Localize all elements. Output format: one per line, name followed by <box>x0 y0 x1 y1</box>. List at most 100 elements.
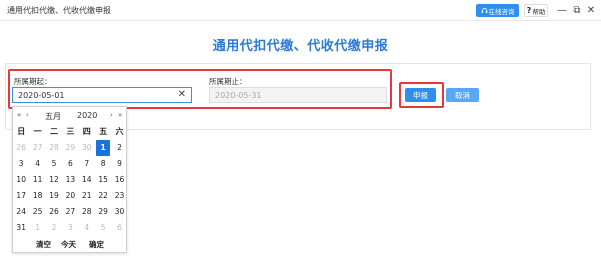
next-year-button[interactable]: » <box>118 111 122 119</box>
calendar-day[interactable]: 5 <box>95 220 111 236</box>
calendar-day[interactable]: 10 <box>13 172 29 188</box>
calendar-day[interactable]: 28 <box>79 204 95 220</box>
calendar-day[interactable]: 4 <box>79 220 95 236</box>
calendar-day[interactable]: 11 <box>29 172 45 188</box>
calendar-day-number: 15 <box>98 175 108 184</box>
calendar-day-number: 1 <box>96 140 111 156</box>
calendar-day[interactable]: 30 <box>79 140 95 156</box>
calendar-day-number: 9 <box>117 159 122 168</box>
calendar-day-number: 31 <box>16 223 26 232</box>
calendar-day-number: 14 <box>81 175 92 184</box>
calendar-day[interactable]: 7 <box>79 156 95 172</box>
calendar-day-number: 5 <box>100 223 106 232</box>
start-date-label: 所属期起： <box>14 77 52 86</box>
weekday-label: 一 <box>33 127 42 136</box>
calendar-day[interactable]: 29 <box>95 204 111 220</box>
calendar-month[interactable]: 五月 <box>45 111 61 122</box>
calendar-day-number: 6 <box>117 223 122 232</box>
weekday-label: 二 <box>49 127 58 136</box>
help-button[interactable]: ? 帮助 <box>524 4 548 17</box>
calendar-day[interactable]: 24 <box>13 204 29 220</box>
calendar-day[interactable]: 13 <box>62 172 78 188</box>
calendar-day[interactable]: 28 <box>46 140 62 156</box>
restore-button[interactable]: ⧉ <box>571 4 583 16</box>
calendar-day[interactable]: 8 <box>95 156 111 172</box>
weekday-label: 三 <box>66 127 75 136</box>
calendar-day[interactable]: 9 <box>111 156 127 172</box>
calendar-day[interactable]: 25 <box>29 204 45 220</box>
start-date-value: 2020-05-01 <box>18 90 65 100</box>
calendar-day-number: 2 <box>51 223 57 232</box>
help-label: 帮助 <box>532 7 546 16</box>
calendar-day-number: 6 <box>67 159 73 168</box>
calendar-weekdays: 日 一 二 三 四 五 六 <box>13 126 128 140</box>
calendar-day-number: 28 <box>49 143 59 152</box>
window-title: 通用代扣代缴、代收代缴申报 <box>7 6 111 15</box>
calendar-day[interactable]: 3 <box>13 156 29 172</box>
calendar-day[interactable]: 27 <box>62 204 78 220</box>
calendar-day-number: 19 <box>49 191 59 200</box>
prev-year-button[interactable]: « <box>17 111 21 119</box>
calendar-day[interactable]: 31 <box>13 220 29 236</box>
calendar-day[interactable]: 22 <box>95 188 111 204</box>
next-month-button[interactable]: › <box>110 111 113 119</box>
calendar-day[interactable]: 15 <box>95 172 111 188</box>
calendar-day-number: 11 <box>32 175 43 184</box>
calendar-day[interactable]: 17 <box>13 188 29 204</box>
calendar-day[interactable]: 20 <box>62 188 78 204</box>
calendar-day-number: 26 <box>16 143 26 152</box>
calendar-day-number: 2 <box>117 143 122 152</box>
calendar-day[interactable]: 1 <box>29 220 45 236</box>
weekday-label: 四 <box>82 127 91 136</box>
calendar-day[interactable]: 14 <box>79 172 95 188</box>
calendar-day[interactable]: 6 <box>111 220 127 236</box>
clear-button[interactable]: 清空 <box>36 239 51 250</box>
page-title: 通用代扣代缴、代收代缴申报 <box>212 39 389 54</box>
calendar-day[interactable]: 23 <box>111 188 127 204</box>
calendar-day-selected[interactable]: 1 <box>95 140 111 156</box>
minimize-button[interactable]: — <box>556 4 568 16</box>
headset-icon <box>481 7 487 13</box>
calendar-day[interactable]: 2 <box>111 140 127 156</box>
calendar-week-row: 3 4 5 6 7 8 9 <box>13 156 128 172</box>
clear-icon[interactable]: ✕ <box>178 89 186 100</box>
calendar-day[interactable]: 29 <box>62 140 78 156</box>
calendar-day[interactable]: 12 <box>46 172 62 188</box>
submit-button[interactable]: 申报 <box>405 88 436 102</box>
calendar-day[interactable]: 27 <box>29 140 45 156</box>
calendar-day-number: 22 <box>98 191 108 200</box>
calendar-day-number: 12 <box>49 175 59 184</box>
calendar-day[interactable]: 16 <box>111 172 127 188</box>
calendar-day[interactable]: 26 <box>46 204 62 220</box>
cancel-button[interactable]: 取消 <box>446 88 479 102</box>
confirm-button[interactable]: 确定 <box>89 239 104 250</box>
online-consult-label: 在线咨询 <box>488 7 515 16</box>
calendar-day[interactable]: 21 <box>79 188 95 204</box>
calendar-day[interactable]: 26 <box>13 140 29 156</box>
calendar-day[interactable]: 18 <box>29 188 45 204</box>
calendar-header: « ‹ 五月 2020 › » <box>13 107 128 124</box>
weekday-label: 六 <box>115 127 124 136</box>
calendar-day-number: 13 <box>65 175 76 184</box>
prev-month-button[interactable]: ‹ <box>26 111 29 119</box>
calendar-day[interactable]: 4 <box>29 156 45 172</box>
calendar-day-number: 23 <box>114 191 125 200</box>
calendar-day[interactable]: 19 <box>46 188 62 204</box>
calendar-day[interactable]: 2 <box>46 220 62 236</box>
calendar-day[interactable]: 30 <box>111 204 127 220</box>
calendar-day[interactable]: 3 <box>62 220 78 236</box>
online-consult-button[interactable]: 在线咨询 <box>476 4 519 17</box>
close-button[interactable]: ✕ <box>585 4 597 16</box>
date-picker: « ‹ 五月 2020 › » 日 一 二 三 四 五 六 26 27 28 29 30… <box>12 106 127 253</box>
calendar-day-number: 26 <box>49 207 59 216</box>
calendar-day[interactable]: 5 <box>46 156 62 172</box>
calendar-day-number: 30 <box>114 207 125 216</box>
title-bar: 通用代扣代缴、代收代缴申报 在线咨询 ? 帮助 — ⧉ ✕ <box>0 0 601 21</box>
calendar-year[interactable]: 2020 <box>77 111 97 120</box>
start-date-input[interactable]: 2020-05-01 ✕ <box>12 87 192 103</box>
today-button[interactable]: 今天 <box>61 239 76 250</box>
calendar-week-row: 31 1 2 3 4 5 6 <box>13 220 128 236</box>
weekday-label: 日 <box>17 127 26 136</box>
calendar-day-number: 7 <box>84 159 90 168</box>
calendar-day[interactable]: 6 <box>62 156 78 172</box>
